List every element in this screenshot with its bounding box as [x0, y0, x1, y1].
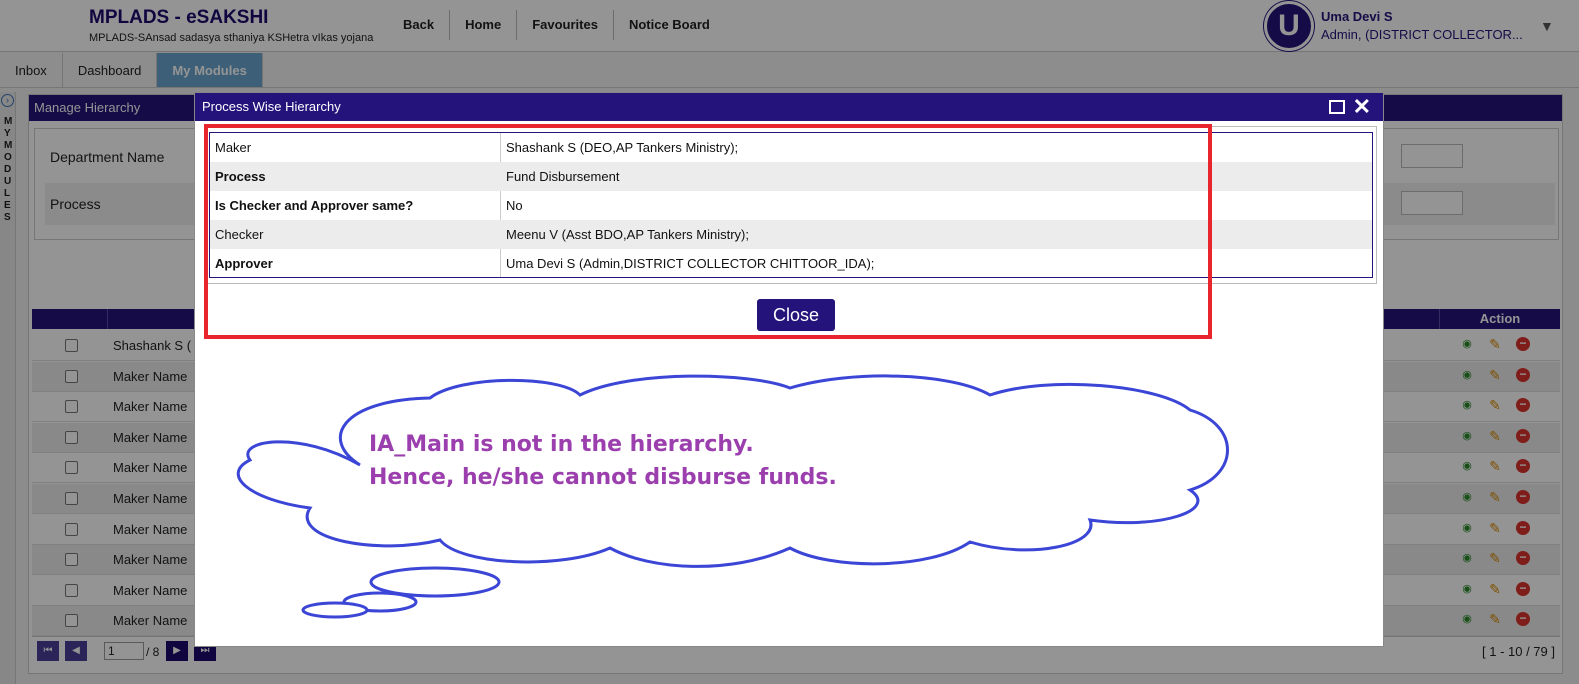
close-icon[interactable]: ✕ — [1353, 95, 1371, 119]
maximize-icon[interactable] — [1329, 100, 1345, 114]
thought-bubble — [301, 601, 369, 619]
dialog-title-bar: Process Wise Hierarchy ✕ — [195, 93, 1383, 121]
annotation-text: IA_Main is not in the hierarchy. Hence, … — [369, 428, 837, 494]
annotation-line-1: IA_Main is not in the hierarchy. — [369, 432, 754, 457]
highlight-box — [204, 124, 1212, 339]
dialog-title: Process Wise Hierarchy — [202, 99, 341, 114]
thought-bubble — [369, 566, 501, 598]
annotation-line-2: Hence, he/she cannot disburse funds. — [369, 465, 837, 490]
thought-cloud-annotation — [236, 374, 1229, 619]
